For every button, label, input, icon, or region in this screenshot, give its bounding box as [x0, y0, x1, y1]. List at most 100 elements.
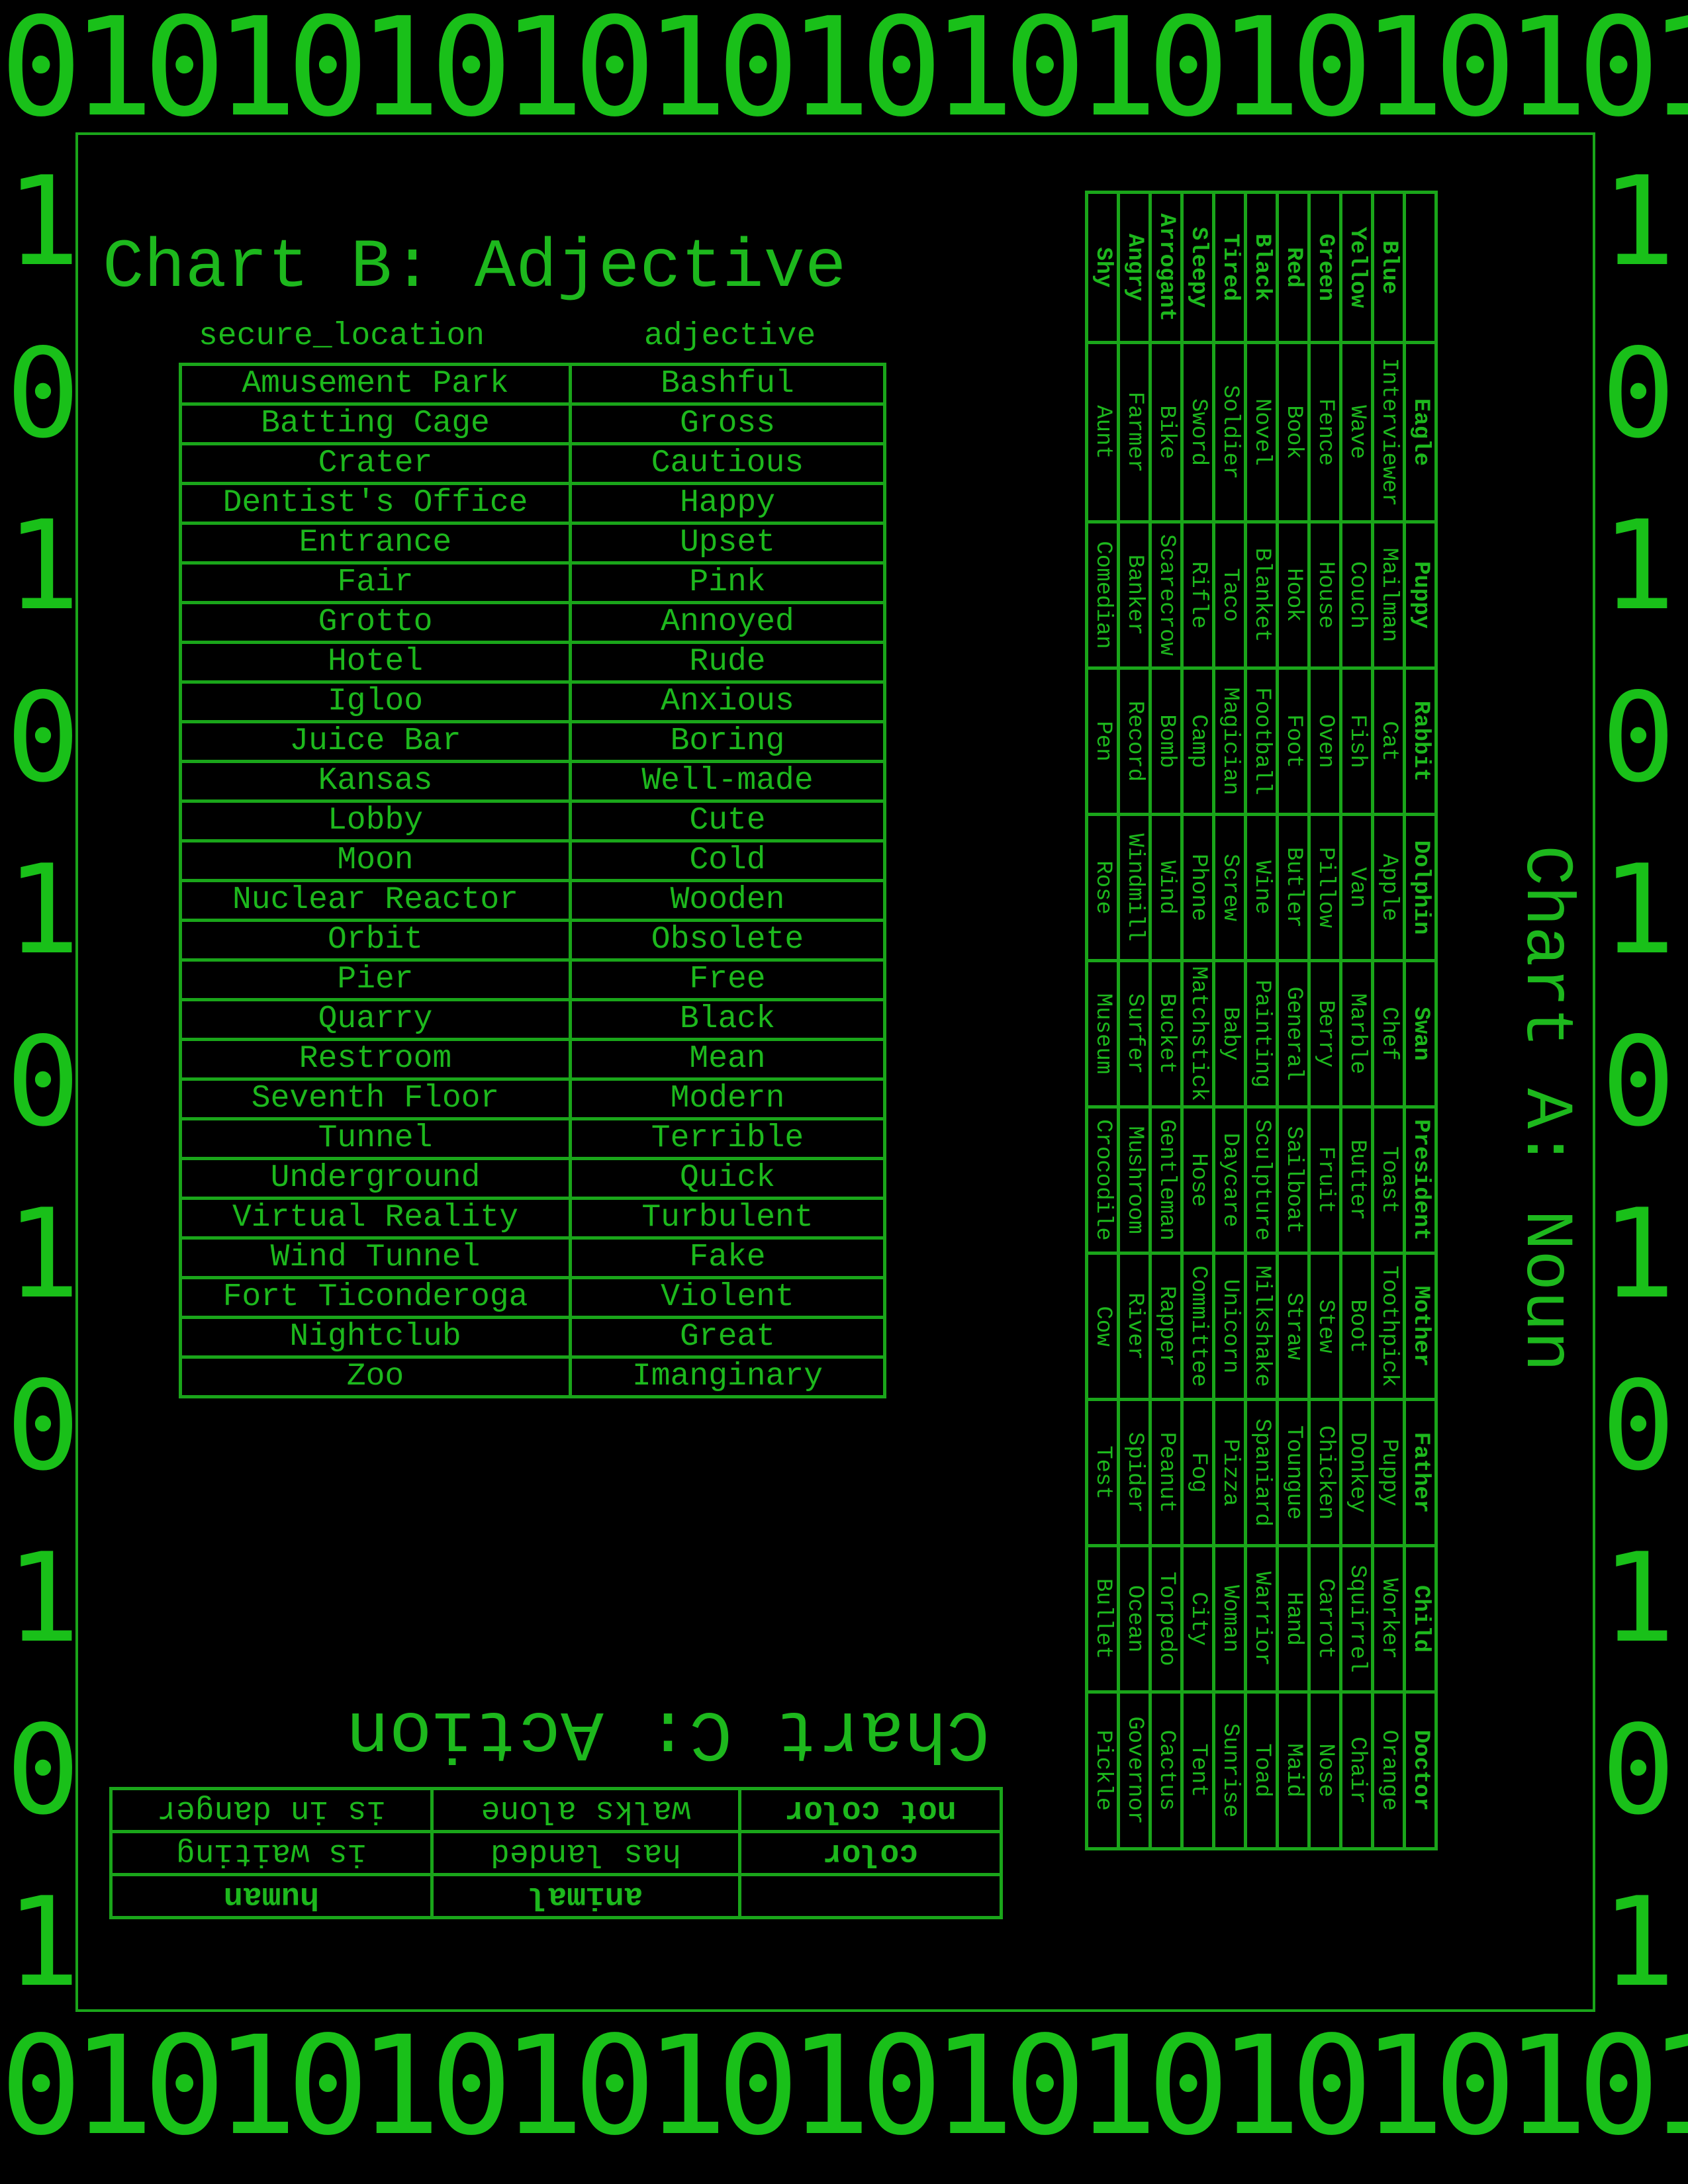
chart-a-cell: House: [1309, 522, 1341, 668]
chart-a-row: Red Book Hook Foot Butler General Sailboat Stra…: [1277, 192, 1309, 1849]
chart-a-cell: Milkshake: [1245, 1253, 1278, 1400]
chart-b-row: Crater Cautious: [179, 442, 886, 485]
chart-a-cell: Rifle: [1182, 522, 1214, 668]
chart-a-cell: Rapper: [1150, 1253, 1182, 1400]
chart-a-cell: Windmill: [1118, 814, 1150, 961]
location-cell: Igloo: [179, 680, 572, 723]
chart-b-row: Seventh Floor Modern: [179, 1077, 886, 1120]
binary-border-bottom: 01010101010101010101010101010: [0, 2020, 1688, 2152]
chart-a-row: Sleepy Sword Rifle Camp Phone Matchstick Hose C…: [1182, 192, 1214, 1849]
chart-a-cell: Aunt: [1086, 342, 1119, 522]
chart-a-cell: Couch: [1340, 522, 1373, 668]
chart-a-cell: Orange: [1372, 1692, 1405, 1849]
chart-a-cell: Bomb: [1150, 668, 1182, 815]
chart-a-cell: Butler: [1277, 814, 1309, 961]
chart-b-row: Igloo Anxious: [179, 680, 886, 723]
chart-a-cell: Painting: [1245, 960, 1278, 1107]
chart-a-cell: Straw: [1277, 1253, 1309, 1400]
chart-b-row: Batting Cage Gross: [179, 402, 886, 445]
chart-a-cell: Wine: [1245, 814, 1278, 961]
chart-a-cell: Worker: [1372, 1545, 1405, 1692]
chart-a-cell: Carrot: [1309, 1545, 1341, 1692]
chart-c-row-header: not color: [739, 1788, 1002, 1832]
chart-a-header-row: Eagle Puppy Rabbit Dolphin Swan President Moth…: [1404, 192, 1436, 1849]
binary-digit: 0: [6, 322, 80, 465]
adjective-cell: Cold: [569, 839, 886, 882]
chart-a-cell: Sword: [1182, 342, 1214, 522]
binary-border-top: 01010101010101010101010101010: [0, 1, 1688, 134]
chart-c-row: color has landed is waiting: [111, 1831, 1002, 1875]
adjective-cell: Happy: [569, 482, 886, 525]
location-cell: Moon: [179, 839, 572, 882]
location-cell: Orbit: [179, 919, 572, 962]
chart-a-cell: Donkey: [1340, 1399, 1373, 1546]
chart-a-cell: Cat: [1372, 668, 1405, 815]
location-cell: Nuclear Reactor: [179, 879, 572, 922]
chart-a-cell: Record: [1118, 668, 1150, 815]
adjective-cell: Great: [569, 1316, 886, 1359]
location-cell: Pier: [179, 958, 572, 1001]
chart-a-cell: Chair: [1340, 1692, 1373, 1849]
adjective-cell: Cautious: [569, 442, 886, 485]
chart-a-col-header: Rabbit: [1404, 668, 1436, 815]
chart-a-cell: Test: [1086, 1399, 1119, 1546]
chart-a-cell: Berry: [1309, 960, 1341, 1107]
binary-digit: 0: [6, 1010, 80, 1154]
chart-a-cell: Phone: [1182, 814, 1214, 961]
chart-c-cell: animal: [432, 1874, 740, 1918]
location-cell: Grotto: [179, 601, 572, 644]
chart-b-row: Grotto Annoyed: [179, 601, 886, 644]
location-cell: Nightclub: [179, 1316, 572, 1359]
chart-a-cell: Toothpick: [1372, 1253, 1405, 1400]
adjective-cell: Boring: [569, 720, 886, 763]
chart-a-col-header: Child: [1404, 1545, 1436, 1692]
chart-a-cell: Bullet: [1086, 1545, 1119, 1692]
chart-b-header-adjective: adjective: [644, 318, 816, 354]
binary-digit: 1: [6, 1182, 80, 1326]
chart-a-cell: General: [1277, 960, 1309, 1107]
chart-a-cell: Mushroom: [1118, 1107, 1150, 1253]
chart-c-title: Chart C: Action: [346, 1692, 990, 1772]
location-cell: Kansas: [179, 760, 572, 803]
location-cell: Underground: [179, 1157, 572, 1200]
location-cell: Fair: [179, 561, 572, 604]
chart-a-cell: Wave: [1340, 342, 1373, 522]
chart-b-row: Fort Ticonderoga Violent: [179, 1276, 886, 1319]
chart-a-cell: Blanket: [1245, 522, 1278, 668]
binary-digit: 1: [6, 1870, 80, 2014]
chart-a-row-header: Tired: [1213, 192, 1246, 343]
chart-a-cell: Pen: [1086, 668, 1119, 815]
chart-a-cell: Pickle: [1086, 1692, 1119, 1849]
binary-digit: 1: [1601, 1182, 1675, 1326]
chart-a-cell: Pizza: [1213, 1399, 1246, 1546]
chart-a-cell: Oven: [1309, 668, 1341, 815]
chart-b-row: Entrance Upset: [179, 522, 886, 565]
chart-a-cell: Bike: [1150, 342, 1182, 522]
chart-b-row: Virtual Reality Turbulent: [179, 1197, 886, 1240]
adjective-cell: Fake: [569, 1236, 886, 1279]
chart-a-cell: Scarecrow: [1150, 522, 1182, 668]
chart-a-cell: Peanut: [1150, 1399, 1182, 1546]
chart-a-row: Arrogant Bike Scarecrow Bomb Wind Bucket Gentl…: [1150, 192, 1182, 1849]
chart-a-col-header: Swan: [1404, 960, 1436, 1107]
chart-a-cell: Spider: [1118, 1399, 1150, 1546]
chart-a-cell: Book: [1277, 342, 1309, 522]
chart-a-cell: Mailman: [1372, 522, 1405, 668]
chart-a-cell: Matchstick: [1182, 960, 1214, 1107]
chart-a-col-header: Mother: [1404, 1253, 1436, 1400]
chart-a-cell: Hose: [1182, 1107, 1214, 1253]
chart-a-cell: Cactus: [1150, 1692, 1182, 1849]
chart-a-col-header: Puppy: [1404, 522, 1436, 668]
location-cell: Seventh Floor: [179, 1077, 572, 1120]
chart-a-row: Yellow Wave Couch Fish Van Marble Butter Boot Do…: [1340, 192, 1373, 1849]
chart-a-cell: Torpedo: [1150, 1545, 1182, 1692]
location-cell: Restroom: [179, 1038, 572, 1081]
chart-a-col-header: President: [1404, 1107, 1436, 1253]
chart-c-cell: is in danger: [111, 1788, 432, 1832]
adjective-cell: Quick: [569, 1157, 886, 1200]
location-cell: Lobby: [179, 799, 572, 842]
adjective-cell: Anxious: [569, 680, 886, 723]
chart-a-cell: Interviewer: [1372, 342, 1405, 522]
location-cell: Tunnel: [179, 1117, 572, 1160]
chart-a-cell: Farmer: [1118, 342, 1150, 522]
